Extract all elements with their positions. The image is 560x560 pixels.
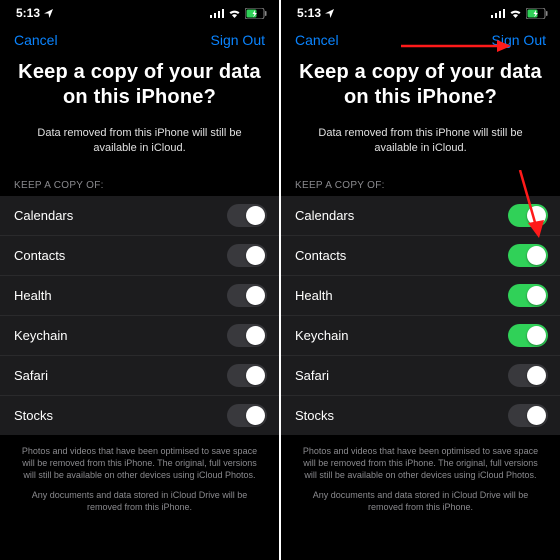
cell-signal-icon (491, 9, 505, 18)
toggle-health[interactable] (508, 284, 548, 307)
table-row: Keychain (281, 316, 560, 356)
row-label: Calendars (295, 208, 354, 223)
battery-charging-icon (526, 8, 548, 19)
row-label: Safari (295, 368, 329, 383)
toggle-keychain[interactable] (227, 324, 267, 347)
options-list: Calendars Contacts Health Keychain Safari Sto… (0, 196, 279, 435)
row-label: Keychain (295, 328, 348, 343)
cancel-button[interactable]: Cancel (14, 32, 58, 48)
nav-bar: Cancel Sign Out (0, 24, 279, 54)
footer-text: Photos and videos that have been optimis… (281, 435, 560, 526)
row-label: Stocks (14, 408, 53, 423)
table-row: Contacts (0, 236, 279, 276)
phone-left: 5:13 Cancel Sign Out Keep a co (0, 0, 279, 560)
table-row: Stocks (0, 396, 279, 435)
toggle-health[interactable] (227, 284, 267, 307)
section-header: KEEP A COPY OF: (0, 174, 279, 196)
footer-p1: Photos and videos that have been optimis… (18, 445, 261, 481)
toggle-contacts[interactable] (508, 244, 548, 267)
table-row: Calendars (281, 196, 560, 236)
cell-signal-icon (210, 9, 224, 18)
row-label: Keychain (14, 328, 67, 343)
table-row: Health (281, 276, 560, 316)
row-label: Stocks (295, 408, 334, 423)
phone-right: 5:13 Cancel Sign Out (281, 0, 560, 560)
section-header: KEEP A COPY OF: (281, 174, 560, 196)
footer-p1: Photos and videos that have been optimis… (299, 445, 542, 481)
page-subtitle: Data removed from this iPhone will still… (281, 120, 560, 174)
table-row: Calendars (0, 196, 279, 236)
table-row: Stocks (281, 396, 560, 435)
status-time: 5:13 (16, 6, 40, 20)
location-icon (44, 9, 53, 18)
table-row: Safari (0, 356, 279, 396)
toggle-stocks[interactable] (508, 404, 548, 427)
status-bar: 5:13 (281, 0, 560, 24)
row-label: Contacts (14, 248, 65, 263)
options-list: Calendars Contacts Health Keychain Safari Sto… (281, 196, 560, 435)
toggle-calendars[interactable] (508, 204, 548, 227)
page-title: Keep a copy of your data on this iPhone? (0, 54, 279, 120)
location-icon (325, 9, 334, 18)
row-label: Health (14, 288, 52, 303)
toggle-safari[interactable] (508, 364, 548, 387)
row-label: Safari (14, 368, 48, 383)
comparison-wrap: 5:13 Cancel Sign Out Keep a co (0, 0, 560, 560)
toggle-stocks[interactable] (227, 404, 267, 427)
cancel-button[interactable]: Cancel (295, 32, 339, 48)
status-bar: 5:13 (0, 0, 279, 24)
footer-text: Photos and videos that have been optimis… (0, 435, 279, 526)
table-row: Safari (281, 356, 560, 396)
wifi-icon (228, 9, 241, 18)
footer-p2: Any documents and data stored in iCloud … (299, 489, 542, 513)
toggle-calendars[interactable] (227, 204, 267, 227)
page-title: Keep a copy of your data on this iPhone? (281, 54, 560, 120)
nav-bar: Cancel Sign Out (281, 24, 560, 54)
row-label: Contacts (295, 248, 346, 263)
toggle-keychain[interactable] (508, 324, 548, 347)
toggle-contacts[interactable] (227, 244, 267, 267)
table-row: Contacts (281, 236, 560, 276)
battery-charging-icon (245, 8, 267, 19)
page-subtitle: Data removed from this iPhone will still… (0, 120, 279, 174)
row-label: Health (295, 288, 333, 303)
wifi-icon (509, 9, 522, 18)
toggle-safari[interactable] (227, 364, 267, 387)
sign-out-button[interactable]: Sign Out (211, 32, 265, 48)
status-time: 5:13 (297, 6, 321, 20)
table-row: Keychain (0, 316, 279, 356)
row-label: Calendars (14, 208, 73, 223)
table-row: Health (0, 276, 279, 316)
footer-p2: Any documents and data stored in iCloud … (18, 489, 261, 513)
sign-out-button[interactable]: Sign Out (492, 32, 546, 48)
